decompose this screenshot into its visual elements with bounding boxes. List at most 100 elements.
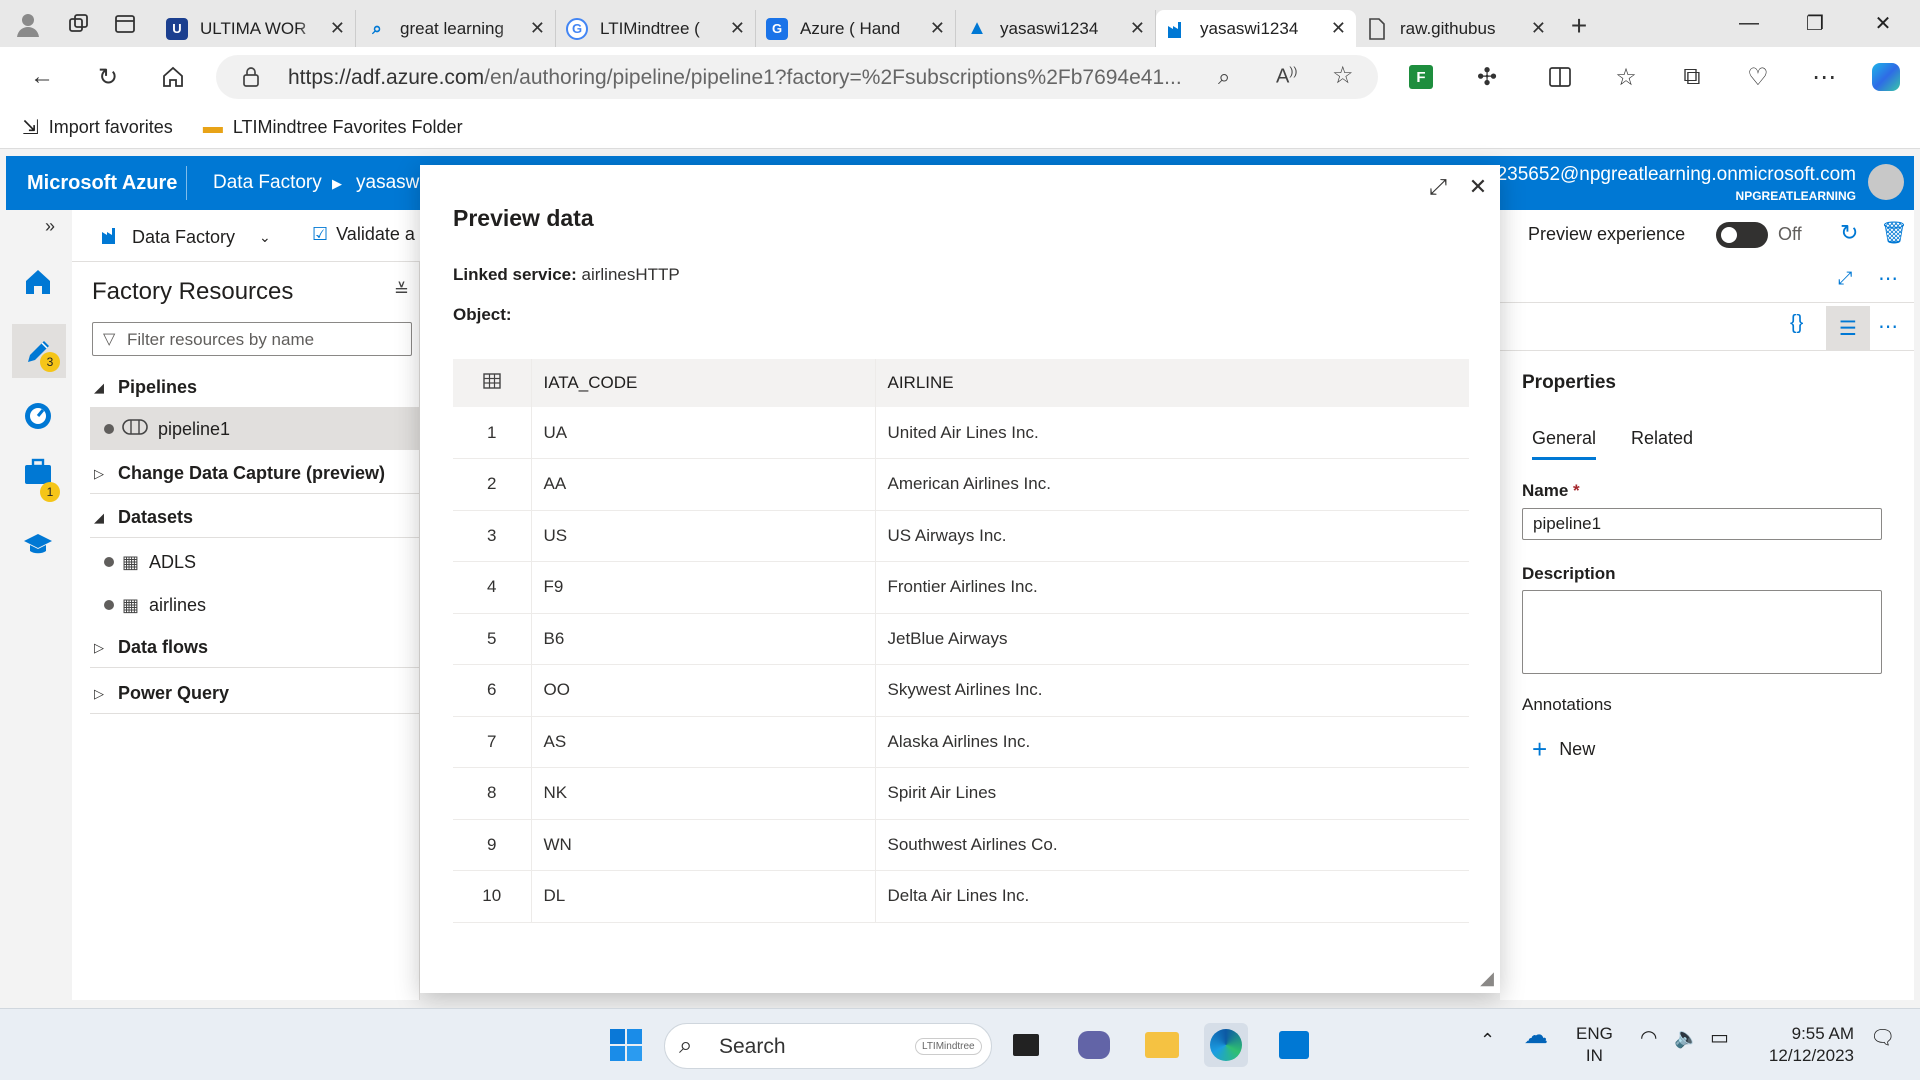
more-menu-icon[interactable]: ⋯	[1804, 59, 1844, 95]
address-bar[interactable]: https://adf.azure.com/en/authoring/pipel…	[216, 55, 1378, 99]
microsoft-store-icon[interactable]	[1272, 1023, 1316, 1067]
tree-item-pipeline[interactable]: pipeline1	[90, 408, 420, 450]
read-aloud-icon[interactable]: A))	[1276, 64, 1297, 89]
favorites-item-import[interactable]: ⇲ Import favorites	[22, 115, 173, 140]
preview-experience-toggle[interactable]	[1716, 222, 1768, 248]
resize-grip-icon[interactable]: ◢	[1480, 968, 1494, 989]
tab-general[interactable]: General	[1532, 428, 1597, 460]
tree-section-powerquery[interactable]: ▷ Power Query	[90, 674, 420, 714]
browser-essentials-icon[interactable]: ♡	[1738, 59, 1778, 95]
favorites-item-folder[interactable]: ▬ LTIMindtree Favorites Folder	[203, 116, 463, 139]
close-tab-icon[interactable]: ✕	[730, 18, 745, 39]
monitor-gauge-icon[interactable]	[18, 396, 58, 436]
home-icon[interactable]	[18, 262, 58, 302]
caret-collapsed-icon[interactable]: ▷	[94, 686, 118, 702]
document-favicon	[1366, 17, 1388, 40]
browser-tab[interactable]: U ULTIMA WOR ✕	[156, 10, 356, 47]
extensions-icon[interactable]: ✣	[1467, 59, 1507, 95]
url-text[interactable]: https://adf.azure.com/en/authoring/pipel…	[288, 66, 1208, 90]
close-tab-icon[interactable]: ✕	[1130, 18, 1145, 39]
close-tab-icon[interactable]: ✕	[930, 18, 945, 39]
browser-tab[interactable]: ▲ yasaswi1234 ✕	[956, 10, 1156, 47]
more-options-icon[interactable]: ⋯	[1878, 266, 1898, 291]
name-input[interactable]: pipeline1	[1522, 508, 1882, 540]
new-tab-button[interactable]: +	[1556, 10, 1602, 42]
zoom-icon[interactable]: ⌕	[1218, 64, 1230, 90]
tab-related[interactable]: Related	[1631, 428, 1693, 449]
close-tab-icon[interactable]: ✕	[1331, 18, 1346, 39]
taskbar-search[interactable]: ⌕ Search LTIMindtree	[664, 1023, 992, 1069]
avatar[interactable]	[1868, 164, 1904, 200]
home-button[interactable]	[153, 59, 193, 95]
expand-rail-icon[interactable]: »	[38, 214, 62, 238]
new-annotation-button[interactable]: + New	[1532, 734, 1595, 765]
tree-section-datasets[interactable]: ◢ Datasets	[90, 498, 420, 538]
profile-icon[interactable]	[0, 0, 56, 47]
notifications-icon[interactable]: 🗨	[1870, 1027, 1895, 1049]
task-view-icon[interactable]	[1004, 1023, 1048, 1067]
language-indicator[interactable]: ENG IN	[1576, 1023, 1613, 1067]
collapse-all-icon[interactable]: ≚	[394, 280, 409, 301]
restore-button[interactable]: ❐	[1782, 0, 1848, 47]
browser-tab-bar: U ULTIMA WOR ✕ ⌕ great learning ✕ G LTIM…	[0, 0, 1920, 47]
tree-item-dataset[interactable]: ▦ airlines	[90, 585, 420, 625]
minimize-button[interactable]: —	[1716, 0, 1782, 47]
close-tab-icon[interactable]: ✕	[1531, 18, 1546, 39]
show-hidden-icons[interactable]: ⌃	[1480, 1029, 1495, 1051]
back-button[interactable]: ←	[22, 59, 62, 95]
validate-button[interactable]: ☑ Validate a	[312, 224, 415, 245]
breadcrumb-service[interactable]: Data Factory	[213, 172, 322, 194]
tree-section-pipelines[interactable]: ◢ Pipelines	[90, 368, 420, 408]
breadcrumb-factory[interactable]: yasaswi	[356, 172, 424, 194]
caret-collapsed-icon[interactable]: ▷	[94, 466, 118, 482]
discard-icon[interactable]: 🗑	[1880, 220, 1908, 246]
filter-resources-input[interactable]: ▽ Filter resources by name	[92, 322, 412, 356]
clock[interactable]: 9:55 AM 12/12/2023	[1758, 1023, 1854, 1067]
caret-expanded-icon[interactable]: ◢	[94, 380, 118, 396]
edge-browser-icon[interactable]	[1204, 1023, 1248, 1067]
tab-actions-icon[interactable]	[102, 0, 148, 47]
extension-green-icon[interactable]: F	[1401, 59, 1441, 95]
file-explorer-icon[interactable]	[1140, 1023, 1184, 1067]
lock-icon[interactable]	[242, 66, 260, 94]
properties-toggle-icon[interactable]: ☰	[1826, 306, 1870, 350]
browser-tab-active[interactable]: yasaswi1234 ✕	[1156, 10, 1356, 47]
teams-chat-icon[interactable]	[1072, 1023, 1116, 1067]
tree-section-cdc[interactable]: ▷ Change Data Capture (preview)	[90, 454, 420, 494]
author-pencil-icon[interactable]	[12, 324, 66, 378]
close-tab-icon[interactable]: ✕	[330, 18, 345, 39]
onedrive-cloud-icon[interactable]: ☁	[1524, 1024, 1548, 1048]
description-textarea[interactable]	[1522, 590, 1882, 674]
workspaces-icon[interactable]	[56, 0, 102, 47]
favorite-star-icon[interactable]: ☆	[1332, 61, 1354, 90]
browser-tab[interactable]: raw.githubus ✕	[1356, 10, 1556, 47]
more-options-icon[interactable]: ⋯	[1878, 314, 1898, 339]
data-factory-menu[interactable]: Data Factory ⌄	[100, 224, 271, 251]
expand-panel-icon[interactable]: ⤢	[1838, 268, 1852, 289]
browser-tab[interactable]: ⌕ great learning ✕	[356, 10, 556, 47]
collections-icon[interactable]: ⧉	[1672, 59, 1712, 95]
tree-section-dataflows[interactable]: ▷ Data flows	[90, 628, 420, 668]
tree-item-dataset[interactable]: ▦ ADLS	[90, 542, 420, 582]
copilot-icon[interactable]	[1866, 59, 1906, 95]
close-dialog-icon[interactable]: ✕	[1460, 169, 1496, 205]
refresh-button[interactable]: ↻	[88, 59, 128, 95]
caret-expanded-icon[interactable]: ◢	[94, 510, 118, 526]
favorites-icon[interactable]: ☆	[1606, 59, 1646, 95]
split-screen-icon[interactable]	[1540, 59, 1580, 95]
battery-icon[interactable]: ▭	[1710, 1027, 1729, 1049]
learning-hat-icon[interactable]	[18, 524, 58, 564]
code-braces-icon[interactable]: {}	[1790, 312, 1803, 335]
browser-tab[interactable]: G Azure ( Hand ✕	[756, 10, 956, 47]
maximize-dialog-icon[interactable]: ⤢	[1420, 169, 1456, 205]
browser-tab[interactable]: G LTIMindtree ( ✕	[556, 10, 756, 47]
close-window-button[interactable]: ✕	[1850, 0, 1916, 47]
wifi-icon[interactable]: ◠	[1640, 1027, 1657, 1049]
refresh-icon[interactable]: ↻	[1840, 220, 1858, 246]
caret-collapsed-icon[interactable]: ▷	[94, 640, 118, 656]
windows-start-icon[interactable]	[604, 1023, 648, 1067]
close-tab-icon[interactable]: ✕	[530, 18, 545, 39]
account-info[interactable]: 235652@npgreatlearning.onmicrosoft.com N…	[1497, 164, 1856, 203]
volume-icon[interactable]: 🔈	[1674, 1027, 1699, 1049]
azure-brand[interactable]: Microsoft Azure	[27, 172, 177, 195]
